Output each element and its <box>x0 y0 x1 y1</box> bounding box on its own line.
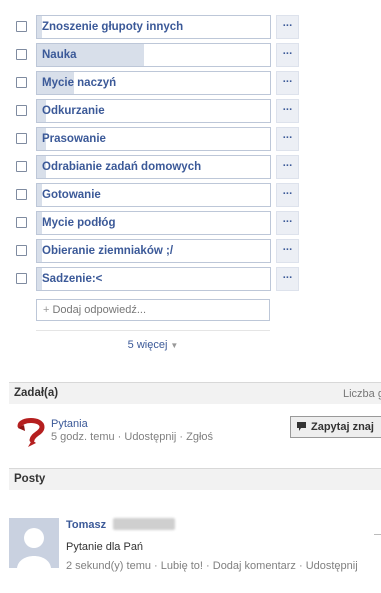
more-options-icon[interactable]: ··· <box>276 99 299 123</box>
ask-friends-label: Zapytaj znaj <box>311 421 374 433</box>
divider <box>36 330 270 331</box>
poll-option: Mycie podłóg ··· <box>0 211 381 235</box>
poll-option-label: Nauka <box>42 49 77 61</box>
share-link[interactable]: Udostępnij <box>124 431 176 443</box>
poll-option-bar[interactable]: Mycie naczyń <box>36 71 271 95</box>
poll-option-bar[interactable]: Gotowanie <box>36 183 271 207</box>
more-options-icon[interactable]: ··· <box>276 43 299 67</box>
poll-option: Odkurzanie ··· <box>0 99 381 123</box>
poll-option-bar[interactable]: Odkurzanie <box>36 99 271 123</box>
separator: · <box>202 560 213 572</box>
redacted-surname <box>113 518 175 530</box>
posts-header: Posty <box>9 468 381 490</box>
poll-option-bar[interactable]: Nauka <box>36 43 271 67</box>
add-answer-input[interactable]: + Dodaj odpowiedź... <box>36 299 270 321</box>
post-meta: 2 sekund(y) temu · Lubię to! · Dodaj kom… <box>66 560 358 572</box>
more-options-link[interactable]: 5 więcej ▼ <box>0 339 306 351</box>
asker-name-link[interactable]: Pytania <box>51 418 88 430</box>
poll-option-checkbox[interactable] <box>16 49 27 60</box>
asker-time[interactable]: 5 godz. temu <box>51 431 115 443</box>
post-time[interactable]: 2 sekund(y) temu <box>66 560 151 572</box>
like-link[interactable]: Lubię to! <box>161 560 203 572</box>
more-options-icon[interactable]: ··· <box>276 71 299 95</box>
poll-option: Znoszenie głupoty innych ··· <box>0 15 381 39</box>
poll-option-checkbox[interactable] <box>16 105 27 116</box>
report-link[interactable]: Zgłoś <box>186 431 213 443</box>
poll-option-checkbox[interactable] <box>16 161 27 172</box>
poll-option: Odrabianie zadań domowych ··· <box>0 155 381 179</box>
add-answer-placeholder: Dodaj odpowiedź... <box>52 304 146 316</box>
poll-option-checkbox[interactable] <box>16 189 27 200</box>
separator: · <box>114 431 125 443</box>
posts-title: Posty <box>14 473 46 485</box>
poll-option-label: Mycie naczyń <box>42 77 117 89</box>
poll-option-checkbox[interactable] <box>16 21 27 32</box>
poll-option-checkbox[interactable] <box>16 245 27 256</box>
poll-option: Nauka ··· <box>0 43 381 67</box>
poll-option-label: Obieranie ziemniaków ;/ <box>42 245 174 257</box>
comment-link[interactable]: Dodaj komentarz <box>213 560 296 572</box>
separator: · <box>176 431 187 443</box>
post-text: Pytanie dla Pań <box>66 541 144 553</box>
poll-option: Obieranie ziemniaków ;/ ··· <box>0 239 381 263</box>
more-options-icon[interactable]: ··· <box>276 267 299 291</box>
ask-friends-button[interactable]: Zapytaj znaj <box>290 416 381 438</box>
plus-icon: + <box>43 304 50 316</box>
poll-option-checkbox[interactable] <box>16 273 27 284</box>
poll-option-bar[interactable]: Obieranie ziemniaków ;/ <box>36 239 271 263</box>
poll-option-label: Sadzenie:< <box>42 273 103 285</box>
poll-option-checkbox[interactable] <box>16 133 27 144</box>
poll-option: Gotowanie ··· <box>0 183 381 207</box>
separator: · <box>150 560 161 572</box>
question-mark-icon[interactable] <box>14 416 48 450</box>
asker-meta: 5 godz. temu · Udostępnij · Zgłoś <box>51 431 213 443</box>
poll-option: Sadzenie:< ··· <box>0 267 381 291</box>
poll-option-bar[interactable]: Prasowanie <box>36 127 271 151</box>
poll-option-checkbox[interactable] <box>16 77 27 88</box>
post-author-link[interactable]: Tomasz <box>66 519 106 531</box>
poll-option-bar[interactable]: Mycie podłóg <box>36 211 271 235</box>
default-avatar-icon <box>9 518 59 568</box>
poll-option-bar[interactable]: Odrabianie zadań domowych <box>36 155 271 179</box>
poll-option-label: Gotowanie <box>42 189 101 201</box>
poll-option: Mycie naczyń ··· <box>0 71 381 95</box>
poll-option-label: Odkurzanie <box>42 105 105 117</box>
poll-option-label: Odrabianie zadań domowych <box>42 161 202 173</box>
more-options-icon[interactable]: ··· <box>276 183 299 207</box>
speech-bubble-icon <box>297 422 306 431</box>
separator: · <box>295 560 306 572</box>
more-options-icon[interactable]: ··· <box>276 239 299 263</box>
poll-option-bar[interactable]: Sadzenie:< <box>36 267 271 291</box>
chevron-down-icon: ▼ <box>170 341 179 350</box>
answers-count-label: Liczba g <box>343 388 381 400</box>
poll-option: Prasowanie ··· <box>0 127 381 151</box>
more-options-icon[interactable]: ··· <box>276 127 299 151</box>
avatar[interactable] <box>9 518 59 568</box>
poll-option-label: Mycie podłóg <box>42 217 116 229</box>
asked-by-header: Zadał(a) Liczba g <box>9 382 381 404</box>
more-options-icon[interactable]: ··· <box>276 15 299 39</box>
poll-option-label: Prasowanie <box>42 133 106 145</box>
more-options-icon[interactable]: ··· <box>276 211 299 235</box>
asked-by-title: Zadał(a) <box>14 387 59 399</box>
post-options-marker[interactable] <box>374 534 381 535</box>
more-options-icon[interactable]: ··· <box>276 155 299 179</box>
poll-option-checkbox[interactable] <box>16 217 27 228</box>
poll-option-label: Znoszenie głupoty innych <box>42 21 184 33</box>
poll-option-bar[interactable]: Znoszenie głupoty innych <box>36 15 271 39</box>
more-options-label: 5 więcej <box>127 339 168 351</box>
share-link[interactable]: Udostępnij <box>306 560 358 572</box>
